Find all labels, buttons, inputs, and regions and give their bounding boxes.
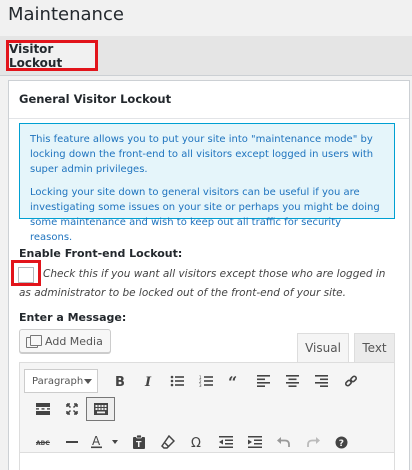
tab-visual[interactable]: Visual bbox=[297, 333, 349, 363]
chevron-down-icon bbox=[84, 378, 92, 384]
outdent-icon[interactable] bbox=[211, 430, 240, 454]
svg-text:I: I bbox=[144, 375, 152, 388]
tab-text[interactable]: Text bbox=[354, 333, 395, 363]
settings-panel: General Visitor Lockout This feature all… bbox=[8, 80, 410, 470]
svg-text:3: 3 bbox=[199, 383, 202, 387]
blockquote-icon[interactable]: “ bbox=[220, 369, 249, 393]
toolbar-row-2 bbox=[28, 395, 115, 423]
indent-icon[interactable] bbox=[240, 430, 269, 454]
fullscreen-icon[interactable] bbox=[57, 397, 86, 421]
panel-title: General Visitor Lockout bbox=[9, 81, 409, 119]
toolbar-toggle-icon[interactable] bbox=[86, 397, 115, 421]
bold-icon[interactable]: B bbox=[104, 369, 133, 393]
numbered-list-icon[interactable]: 123 bbox=[191, 369, 220, 393]
align-right-icon[interactable] bbox=[307, 369, 336, 393]
add-media-button[interactable]: Add Media bbox=[19, 329, 111, 353]
message-label: Enter a Message: bbox=[19, 311, 127, 324]
lockout-checkbox-highlight bbox=[11, 260, 41, 286]
media-icon bbox=[26, 335, 42, 348]
add-media-label: Add Media bbox=[45, 334, 103, 348]
editor-content-area[interactable] bbox=[19, 452, 395, 470]
redo-icon[interactable] bbox=[298, 430, 327, 454]
tab-visitor-lockout[interactable]: Visitor Lockout bbox=[6, 40, 98, 71]
text-color-icon[interactable]: A bbox=[86, 430, 124, 454]
link-icon[interactable] bbox=[336, 369, 365, 393]
page-title: Maintenance bbox=[8, 4, 124, 25]
help-icon[interactable]: ? bbox=[327, 430, 356, 454]
bulleted-list-icon[interactable] bbox=[162, 369, 191, 393]
svg-text:“: “ bbox=[228, 375, 237, 387]
tab-bar: Visitor Lockout bbox=[0, 36, 412, 76]
clear-formatting-icon[interactable] bbox=[153, 430, 182, 454]
info-notice: This feature allows you to put your site… bbox=[19, 123, 395, 243]
toolbar-row-1: Paragraph B I 123 “ bbox=[24, 367, 365, 395]
svg-text:ABC: ABC bbox=[36, 440, 50, 447]
strikethrough-icon[interactable]: ABC bbox=[28, 430, 57, 454]
paste-as-text-icon[interactable]: T bbox=[124, 430, 153, 454]
notice-paragraph-2: Locking your site down to general visito… bbox=[30, 187, 380, 243]
svg-text:T: T bbox=[136, 440, 142, 449]
svg-text:B: B bbox=[115, 375, 125, 388]
lockout-description: Check this if you want all visitors exce… bbox=[19, 268, 386, 299]
undo-icon[interactable] bbox=[269, 430, 298, 454]
italic-icon[interactable]: I bbox=[133, 369, 162, 393]
notice-paragraph-1: This feature allows you to put your site… bbox=[30, 134, 374, 175]
horizontal-line-icon[interactable] bbox=[57, 430, 86, 454]
lockout-checkbox[interactable] bbox=[18, 267, 34, 283]
read-more-icon[interactable] bbox=[28, 397, 57, 421]
svg-text:Ω: Ω bbox=[191, 436, 201, 449]
align-center-icon[interactable] bbox=[278, 369, 307, 393]
format-select[interactable]: Paragraph bbox=[24, 369, 98, 393]
svg-text:?: ? bbox=[339, 439, 344, 449]
svg-text:A: A bbox=[92, 435, 101, 448]
format-select-value: Paragraph bbox=[32, 375, 84, 387]
lockout-label: Enable Front-end Lockout: bbox=[19, 247, 183, 260]
align-left-icon[interactable] bbox=[249, 369, 278, 393]
special-character-icon[interactable]: Ω bbox=[182, 430, 211, 454]
